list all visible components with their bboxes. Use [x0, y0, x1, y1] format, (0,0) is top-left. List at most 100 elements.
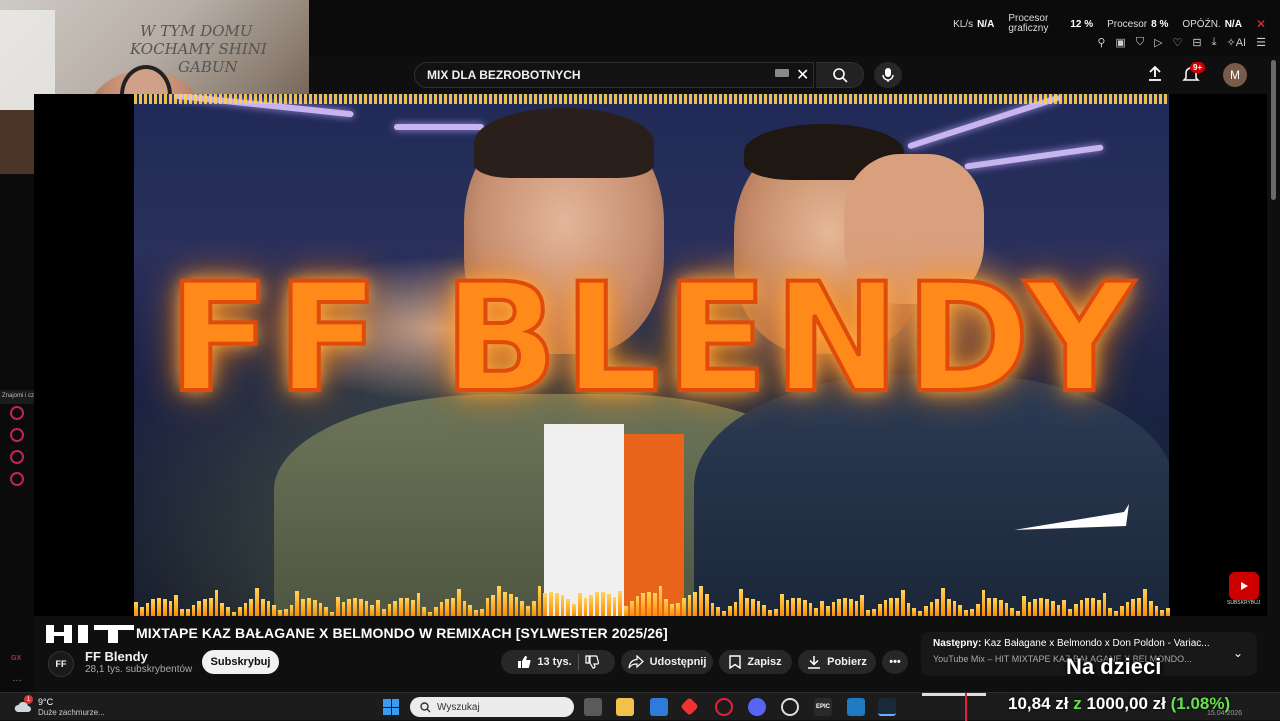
visualizer-bar: [399, 598, 403, 616]
account-avatar[interactable]: M: [1223, 63, 1247, 87]
visualizer-bar: [226, 607, 231, 616]
visualizer-bar: [456, 588, 461, 616]
app-icon[interactable]: [680, 697, 699, 716]
channel-avatar[interactable]: FF: [48, 651, 74, 677]
task-view-icon[interactable]: [584, 698, 602, 716]
visualizer-bar: [635, 596, 640, 616]
search-button[interactable]: [816, 62, 864, 88]
menu-icon[interactable]: ☰: [1256, 36, 1266, 49]
download-icon[interactable]: ⤓: [1212, 36, 1217, 49]
weather-description: Duże zachmurze...: [38, 708, 105, 717]
hit-logo: [46, 625, 134, 643]
screenshot-icon[interactable]: ▣: [1115, 36, 1125, 49]
heart-icon[interactable]: ♡: [1173, 36, 1183, 49]
divider: [577, 654, 579, 670]
ai-label: AI: [1235, 37, 1247, 49]
clear-search-icon[interactable]: ✕: [796, 65, 809, 85]
search-icon: [420, 701, 431, 712]
youtube-header: MIX DLA BEZROBOTNYCH ✕ 9+ M: [310, 56, 1280, 94]
visualizer-bar: [381, 609, 386, 616]
watermark-label: SUBSKRYBUJ: [1227, 600, 1261, 606]
photos-icon[interactable]: [847, 698, 865, 716]
thumbnail-title: FF BLENDY: [166, 252, 1140, 426]
steam-icon[interactable]: [878, 698, 896, 716]
stat-value: N/A: [1224, 18, 1242, 30]
visualizer-bar: [848, 598, 853, 616]
windows-start-button[interactable]: [383, 699, 399, 715]
gx-icon[interactable]: GX: [11, 655, 21, 662]
subscribe-button[interactable]: Subskrybuj: [202, 650, 279, 674]
app-icon[interactable]: [781, 698, 799, 716]
visualizer-bar: [1154, 605, 1159, 616]
visualizer-bar: [451, 598, 455, 616]
visualizer-bar: [410, 599, 415, 616]
visualizer-bar: [727, 606, 732, 616]
thumbs-up-icon: [518, 655, 531, 668]
visualizer-bar: [266, 600, 271, 616]
visualizer-bar: [583, 598, 588, 616]
video-frame: FF BLENDY: [134, 94, 1169, 616]
video-title: MIXTAPE KAZ BAŁAGANE X BELMONDO W REMIXA…: [136, 625, 668, 641]
pin-icon[interactable]: ⚲: [1097, 36, 1105, 49]
visualizer-bar: [1044, 598, 1049, 616]
clock-icon[interactable]: [10, 428, 24, 442]
visualizer-bar: [797, 598, 801, 616]
discord-icon[interactable]: [748, 698, 766, 716]
stat-value: 12 %: [1070, 18, 1094, 30]
visualizer-bar: [335, 596, 340, 616]
visualizer-bar: [549, 592, 553, 616]
more-icon[interactable]: …: [12, 673, 22, 684]
taskbar-search[interactable]: Wyszukaj: [410, 697, 574, 717]
close-icon[interactable]: ✕: [1256, 17, 1266, 31]
visualizer-bar: [710, 603, 715, 616]
visualizer-bar: [508, 593, 513, 616]
visualizer-bar: [981, 590, 986, 616]
play-icon[interactable]: ▷: [1154, 36, 1162, 49]
visualizer-bar: [1148, 601, 1153, 616]
stat-label: Procesor graficzny: [1008, 13, 1049, 34]
visualizer-bar: [1085, 598, 1090, 616]
opera-gx-icon[interactable]: [715, 698, 733, 716]
more-actions-button[interactable]: •••: [882, 650, 908, 674]
save-button[interactable]: Zapisz: [719, 650, 792, 674]
like-button[interactable]: 13 tys.: [517, 655, 572, 669]
club-light: [394, 124, 484, 130]
visualizer-bar: [935, 599, 940, 616]
visualizer-bar: [295, 590, 300, 616]
store-icon[interactable]: [650, 698, 668, 716]
visualizer-bar: [255, 588, 259, 616]
visualizer-bar: [923, 606, 928, 616]
subscribe-watermark[interactable]: SUBSKRYBUJ: [1227, 572, 1260, 606]
file-explorer-icon[interactable]: [616, 698, 634, 716]
channel-name[interactable]: FF Blendy: [85, 649, 148, 664]
shield-icon[interactable]: ⛉: [1136, 36, 1144, 49]
video-player[interactable]: FF BLENDY SUBSKRYBUJ: [34, 94, 1267, 616]
page-scrollbar[interactable]: [1271, 60, 1276, 200]
cloud-icon[interactable]: [10, 450, 24, 464]
next-up-prefix: Następny:: [933, 638, 982, 649]
visualizer-bar: [791, 598, 796, 616]
visualizer-bar: [1062, 600, 1067, 616]
download-button[interactable]: Pobierz: [798, 650, 876, 674]
visualizer-bar: [681, 598, 686, 616]
thumbs-down-icon[interactable]: [585, 655, 599, 669]
epic-games-icon[interactable]: EPIC: [814, 698, 832, 716]
visualizer-bar: [560, 595, 565, 616]
microphone-icon: [882, 68, 894, 82]
sidebar-icon-record[interactable]: [10, 406, 24, 420]
search-input[interactable]: MIX DLA BEZROBOTNYCH: [414, 62, 814, 88]
visualizer-bar: [531, 600, 536, 616]
share-button[interactable]: Udostępnij: [621, 650, 713, 674]
wallet-icon[interactable]: ⊟: [1192, 36, 1201, 49]
ai-button[interactable]: ✧AI: [1227, 36, 1247, 49]
chevron-down-icon[interactable]: ⌄: [1233, 646, 1243, 660]
visualizer-bar: [739, 589, 744, 616]
upload-icon[interactable]: [1146, 65, 1164, 83]
visualizer-bar: [237, 606, 242, 616]
visualizer-bar: [468, 604, 473, 616]
settings-icon[interactable]: [10, 472, 24, 486]
visualizer-bar: [704, 593, 709, 616]
visualizer-bar: [658, 586, 663, 616]
voice-search-button[interactable]: [874, 62, 902, 88]
keyboard-icon[interactable]: [775, 69, 789, 77]
